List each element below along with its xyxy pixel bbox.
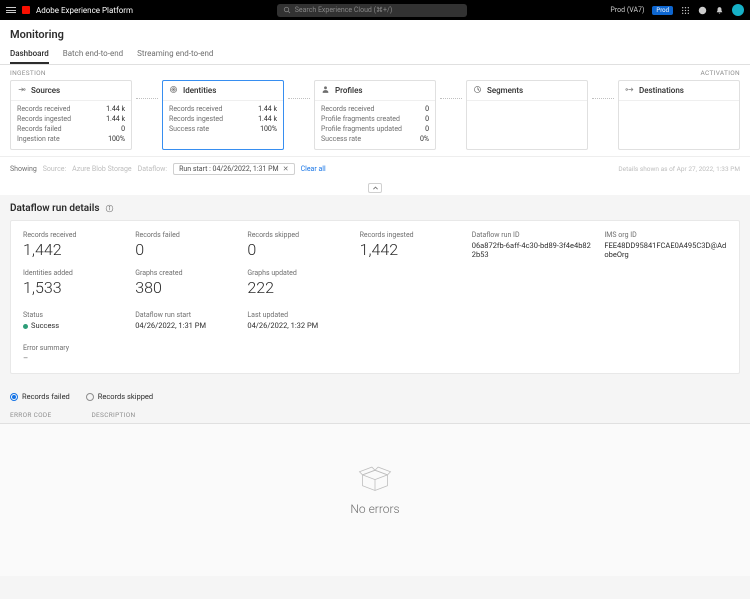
product-name: Adobe Experience Platform bbox=[36, 6, 133, 15]
tab-dashboard[interactable]: Dashboard bbox=[10, 45, 49, 64]
card-row: Records ingested1.44 k bbox=[17, 115, 125, 123]
identities-icon bbox=[169, 85, 178, 96]
info-icon[interactable] bbox=[105, 204, 114, 213]
page-title: Monitoring bbox=[0, 20, 750, 45]
profiles-icon bbox=[321, 85, 330, 96]
tab-batch[interactable]: Batch end-to-end bbox=[63, 45, 123, 64]
card-row: Ingestion rate100% bbox=[17, 135, 125, 143]
subtabs: Dashboard Batch end-to-end Streaming end… bbox=[0, 45, 750, 65]
card-title: Sources bbox=[31, 86, 60, 95]
id-field: Dataflow run ID06a872fb-6aff-4c30-bd89-3… bbox=[472, 231, 595, 259]
card-row: Records received1.44 k bbox=[17, 105, 125, 113]
card-row: Profile fragments updated0 bbox=[321, 125, 429, 133]
adobe-logo-icon bbox=[22, 6, 30, 14]
stage-card-destinations[interactable]: Destinations bbox=[618, 80, 740, 150]
bell-icon[interactable] bbox=[715, 6, 724, 15]
card-row: Records received1.44 k bbox=[169, 105, 277, 113]
col-error-code: ERROR CODE bbox=[10, 411, 51, 419]
tab-streaming[interactable]: Streaming end-to-end bbox=[137, 45, 213, 64]
help-icon[interactable] bbox=[698, 6, 707, 15]
destinations-icon bbox=[625, 85, 634, 96]
metric: Graphs created380 bbox=[135, 269, 237, 297]
dataflow-label: Dataflow: bbox=[138, 165, 167, 173]
card-title: Segments bbox=[487, 86, 523, 95]
error-summary: Error summary – bbox=[23, 344, 727, 363]
error-table-header: ERROR CODE DESCRIPTION bbox=[0, 411, 750, 424]
card-row: Records ingested1.44 k bbox=[169, 115, 277, 123]
empty-state: No errors bbox=[0, 424, 750, 576]
avatar[interactable] bbox=[732, 4, 744, 16]
clear-all-link[interactable]: Clear all bbox=[301, 165, 326, 173]
id-field: IMS org IDFEE48DD95841FCAE0A495C3D@Adobe… bbox=[604, 231, 727, 259]
segments-icon bbox=[473, 85, 482, 96]
topbar: Adobe Experience Platform Prod (VA7) Pro… bbox=[0, 0, 750, 20]
scroll-top-row bbox=[0, 181, 750, 195]
snapshot-timestamp: Details shown as of Apr 27, 2022, 1:33 P… bbox=[618, 165, 740, 173]
metric: Graphs updated222 bbox=[247, 269, 349, 297]
chevron-up-icon bbox=[372, 185, 379, 192]
menu-icon[interactable] bbox=[6, 5, 16, 15]
source-value: Azure Blob Storage bbox=[72, 165, 131, 173]
card-title: Profiles bbox=[335, 86, 363, 95]
status-field: Last updated04/26/2022, 1:32 PM bbox=[247, 311, 349, 330]
metric: Records skipped0 bbox=[247, 231, 349, 259]
search-icon bbox=[283, 6, 291, 14]
metric: Records received1,442 bbox=[23, 231, 125, 259]
runstart-pill[interactable]: Run start : 04/26/2022, 1:31 PM ✕ bbox=[173, 163, 295, 175]
stage-card-identities[interactable]: Identities Records received1.44 k Records … bbox=[162, 80, 284, 150]
metric: Records failed0 bbox=[135, 231, 237, 259]
empty-text: No errors bbox=[350, 502, 399, 516]
radio-icon bbox=[86, 393, 94, 401]
sources-icon bbox=[17, 85, 26, 96]
card-row: Profile fragments created0 bbox=[321, 115, 429, 123]
apps-icon[interactable] bbox=[681, 6, 690, 15]
status-dot-icon bbox=[23, 324, 28, 329]
status-field: Dataflow run start04/26/2022, 1:31 PM bbox=[135, 311, 237, 330]
ingestion-label: INGESTION bbox=[10, 69, 46, 77]
stage-card-sources[interactable]: Sources Records received1.44 k Records ing… bbox=[10, 80, 132, 150]
pill-remove-icon[interactable]: ✕ bbox=[283, 165, 289, 173]
scroll-top-button[interactable] bbox=[368, 183, 382, 193]
stage-section: INGESTION ACTIVATION Sources Records rece… bbox=[0, 65, 750, 156]
card-row: Success rate0% bbox=[321, 135, 429, 143]
metric: Records ingested1,442 bbox=[360, 231, 462, 259]
radio-icon bbox=[10, 393, 18, 401]
showing-label: Showing bbox=[10, 165, 37, 173]
global-search[interactable] bbox=[277, 4, 467, 17]
details-section: Dataflow run details Records received1,4… bbox=[0, 195, 750, 382]
col-description: DESCRIPTION bbox=[91, 411, 135, 419]
card-title: Destinations bbox=[639, 86, 684, 95]
error-filter-radios: Records failed Records skipped bbox=[0, 382, 750, 411]
env-badge: Prod bbox=[652, 6, 673, 15]
metric: Identities added1,533 bbox=[23, 269, 125, 297]
filter-bar: Showing Source: Azure Blob Storage Dataf… bbox=[0, 156, 750, 181]
details-panel: Records received1,442 Records failed0 Reco… bbox=[10, 220, 740, 374]
details-title: Dataflow run details bbox=[10, 203, 740, 214]
stage-card-profiles[interactable]: Profiles Records received0 Profile fragmen… bbox=[314, 80, 436, 150]
source-label: Source: bbox=[43, 165, 66, 173]
empty-box-icon bbox=[356, 464, 394, 492]
search-input[interactable] bbox=[295, 6, 461, 14]
card-row: Success rate100% bbox=[169, 125, 277, 133]
card-row: Records failed0 bbox=[17, 125, 125, 133]
radio-records-failed[interactable]: Records failed bbox=[10, 392, 70, 401]
activation-label: ACTIVATION bbox=[701, 69, 740, 77]
radio-records-skipped[interactable]: Records skipped bbox=[86, 392, 153, 401]
card-title: Identities bbox=[183, 86, 216, 95]
status-field: StatusSuccess bbox=[23, 311, 125, 330]
pill-text: Run start : 04/26/2022, 1:31 PM bbox=[179, 165, 279, 173]
org-label[interactable]: Prod (VA7) bbox=[610, 6, 644, 14]
card-row: Records received0 bbox=[321, 105, 429, 113]
stage-card-segments[interactable]: Segments bbox=[466, 80, 588, 150]
